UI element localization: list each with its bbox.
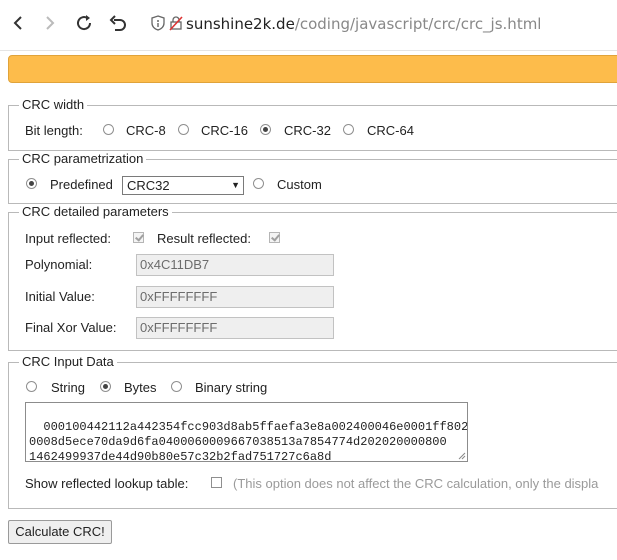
radio-custom-label: Custom [277, 177, 322, 192]
crc-param-legend: CRC parametrization [19, 151, 147, 167]
crc-input-legend: CRC Input Data [19, 354, 117, 370]
initial-value-input[interactable]: 0xFFFFFFFF [136, 286, 334, 308]
url-host: sunshine2k.de [186, 15, 295, 33]
radio-crc8[interactable] [103, 124, 114, 135]
polynomial-input[interactable]: 0x4C11DB7 [136, 254, 334, 276]
final-xor-input[interactable]: 0xFFFFFFFF [136, 317, 334, 339]
input-data-textarea[interactable]: 000100442112a442354fcc903d8ab5ffaefa3e8a… [25, 402, 468, 462]
radio-bytes[interactable] [100, 381, 111, 392]
radio-binary-string-label: Binary string [195, 380, 268, 395]
warning-banner [8, 55, 617, 83]
radio-string[interactable] [26, 381, 37, 392]
radio-crc16[interactable] [178, 124, 189, 135]
result-reflected-label: Result reflected: [157, 231, 251, 246]
input-reflected-checkbox[interactable] [133, 232, 144, 243]
polynomial-label: Polynomial: [25, 257, 93, 272]
radio-crc8-label: CRC-8 [126, 123, 166, 138]
lookup-table-label: Show reflected lookup table: [25, 476, 189, 491]
reload-icon[interactable] [72, 11, 96, 35]
chevron-down-icon: ▼ [231, 180, 240, 190]
radio-crc64-label: CRC-64 [367, 123, 414, 138]
radio-predefined[interactable] [26, 178, 37, 189]
lookup-table-checkbox[interactable] [211, 477, 222, 488]
back-icon[interactable] [6, 11, 30, 35]
insecure-lock-icon [164, 11, 188, 35]
radio-binary-string[interactable] [171, 381, 182, 392]
radio-string-label: String [51, 380, 85, 395]
predefined-select-value: CRC32 [127, 178, 170, 193]
forward-icon[interactable] [38, 11, 62, 35]
bit-length-label: Bit length: [25, 123, 83, 138]
browser-toolbar: sunshine2k.de/coding/javascript/crc/crc_… [0, 0, 617, 51]
lookup-table-hint: (This option does not affect the CRC cal… [233, 476, 599, 491]
radio-predefined-label: Predefined [50, 177, 113, 192]
radio-crc16-label: CRC-16 [201, 123, 248, 138]
radio-crc32[interactable] [260, 124, 271, 135]
url-path: /coding/javascript/crc/crc_js.html [294, 15, 542, 33]
radio-custom[interactable] [253, 178, 264, 189]
radio-crc64[interactable] [343, 124, 354, 135]
final-xor-label: Final Xor Value: [25, 320, 117, 335]
crc-detail-legend: CRC detailed parameters [19, 204, 172, 220]
address-bar[interactable]: sunshine2k.de/coding/javascript/crc/crc_… [186, 15, 541, 33]
resize-grip-icon[interactable] [458, 452, 466, 460]
initial-value-label: Initial Value: [25, 289, 95, 304]
predefined-select[interactable]: CRC32 ▼ [122, 176, 244, 195]
input-data-text: 000100442112a442354fcc903d8ab5ffaefa3e8a… [29, 420, 468, 462]
radio-bytes-label: Bytes [124, 380, 157, 395]
undo-icon[interactable] [106, 11, 130, 35]
radio-crc32-label: CRC-32 [284, 123, 331, 138]
input-reflected-label: Input reflected: [25, 231, 111, 246]
result-reflected-checkbox[interactable] [269, 232, 280, 243]
calculate-crc-button[interactable]: Calculate CRC! [8, 520, 112, 544]
crc-width-legend: CRC width [19, 97, 88, 113]
